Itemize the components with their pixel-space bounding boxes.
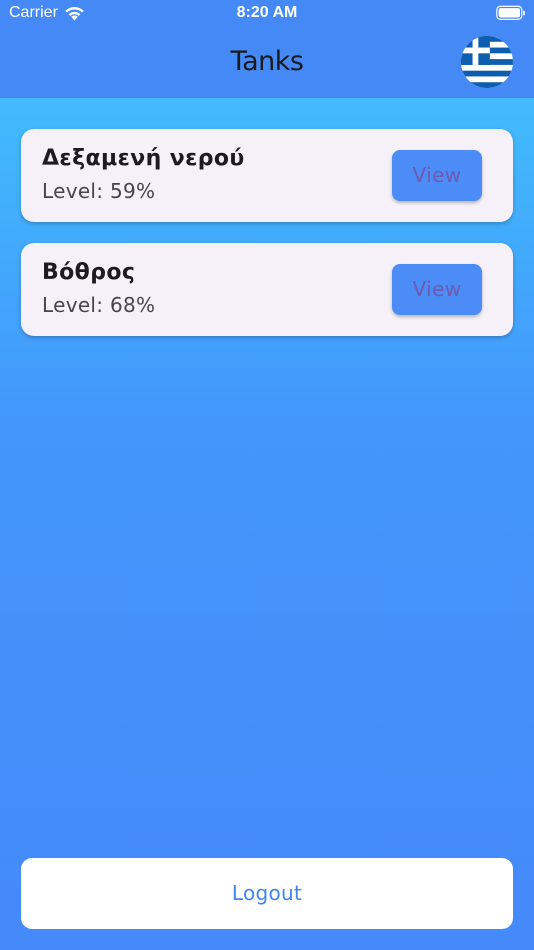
view-button[interactable]: View (392, 150, 482, 201)
battery-icon (496, 5, 525, 20)
app-bar: Carrier 8:20 AM Tanks (0, 0, 534, 98)
greece-flag-graphic (461, 36, 513, 88)
tank-card: Δεξαμενή νερού Level: 59% View (21, 129, 513, 222)
status-time: 8:20 AM (236, 4, 298, 21)
tank-name: Βόθρος (42, 260, 136, 285)
tank-level: Level: 68% (42, 293, 156, 317)
logout-button[interactable]: Logout (21, 858, 513, 929)
tank-level: Level: 59% (42, 179, 156, 203)
greece-flag-icon[interactable] (461, 36, 513, 88)
page-title: Tanks (230, 46, 304, 77)
tank-card: Βόθρος Level: 68% View (21, 243, 513, 336)
view-button[interactable]: View (392, 264, 482, 315)
tank-name: Δεξαμενή νερού (42, 146, 245, 171)
status-bar: Carrier 8:20 AM (0, 0, 534, 28)
